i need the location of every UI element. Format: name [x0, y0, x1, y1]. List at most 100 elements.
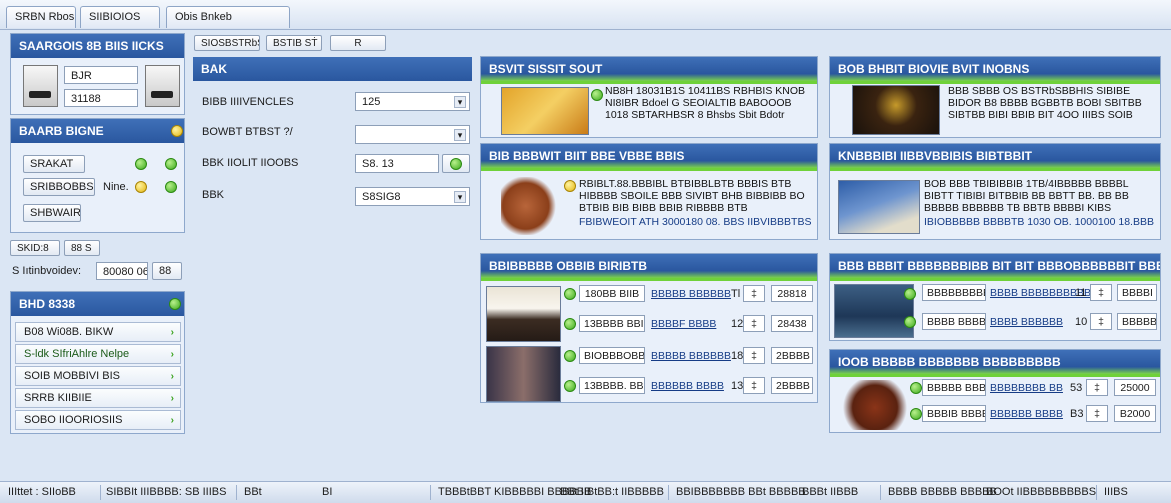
qty-stepper[interactable]: ‡	[1090, 284, 1112, 301]
list-item[interactable]: B08 Wi08B. BIKW ›	[15, 322, 181, 342]
product-image[interactable]	[501, 87, 589, 135]
list-item[interactable]: S-ldk SIfriAhlre Nelpe ›	[15, 344, 181, 364]
qty-stepper[interactable]: ‡	[743, 377, 765, 394]
product-card[interactable]: BOB BHBIT BIOVIE BVIT INOBNS BBB SBBB OS…	[829, 56, 1161, 138]
profile-field-2[interactable]: 31188	[64, 89, 138, 107]
mini-button-1[interactable]: SKID:8	[10, 240, 60, 256]
tab-3[interactable]: Obis Bnkeb	[166, 6, 290, 28]
search-label: S Iıtinbvoidev:	[12, 265, 82, 277]
status-separator	[100, 485, 101, 500]
search-input[interactable]: 80080 06	[96, 262, 148, 280]
tab-2[interactable]: SIIBIOIOS	[80, 6, 160, 28]
qty-stepper[interactable]: ‡	[743, 285, 765, 302]
profile-field-1[interactable]: BJR	[64, 66, 138, 84]
status-icon	[135, 181, 147, 193]
item-qty: 12	[731, 318, 744, 330]
card-meta: FBIBWEOIT ATH 3000180 08. BBS IIBVIBBBTB…	[579, 216, 811, 228]
list-item-label: B08 Wi08B. BIKW	[24, 326, 114, 338]
product-image[interactable]	[834, 284, 914, 338]
product-image[interactable]	[501, 177, 556, 235]
item-qty: 18	[731, 350, 744, 362]
settings-button-1[interactable]: SRAKAT	[23, 155, 85, 173]
settings-button-2[interactable]: SRIBBOBBS	[23, 178, 95, 196]
item-name[interactable]: BIOBBBOBBB	[579, 347, 645, 364]
dropdown-arrow-icon: ▾	[454, 96, 466, 108]
product-image[interactable]	[852, 85, 940, 135]
card-title: BBIBBBBB OBBIB BIRIBTB	[481, 254, 817, 281]
product-card[interactable]: KNBBBIBI IIBBVBBIBIS BIBTBBIT BOB BBB TB…	[829, 143, 1161, 240]
qty-stepper[interactable]: ‡	[1086, 379, 1108, 396]
tab-1[interactable]: SRBN Rbos	[6, 6, 76, 28]
item-name[interactable]: BBBBBBBBBB	[922, 284, 986, 301]
list-item[interactable]: SRRB KIIBIIE ›	[15, 388, 181, 408]
item-name[interactable]: 180BB BIIB	[579, 285, 645, 302]
card-title: BIB BBBWIT BIIT BBE VBBE BBIS	[481, 144, 817, 171]
confirm-button[interactable]	[442, 154, 470, 173]
qty-stepper[interactable]: ‡	[1090, 313, 1112, 330]
product-image[interactable]	[486, 286, 561, 342]
list-item-label: SOIB MOBBIVI BIS	[24, 370, 120, 382]
item-price[interactable]: BBBBI	[1117, 284, 1157, 301]
item-price[interactable]: 28818	[771, 285, 813, 302]
qty-stepper[interactable]: ‡	[743, 347, 765, 364]
status-separator	[880, 485, 881, 500]
item-name[interactable]: 13BBBB. BBB	[579, 377, 645, 394]
qty-stepper[interactable]: ‡	[1086, 405, 1108, 422]
item-price[interactable]: 25000	[1114, 379, 1156, 396]
product-card[interactable]: BIB BBBWIT BIIT BBE VBBE BBIS RBIBLT.88.…	[480, 143, 818, 240]
status-item: BBIBBBBBBB BBt BBBBB	[676, 486, 806, 498]
status-icon	[904, 288, 916, 300]
list-item-label: S-ldk SIfriAhlre Nelpe	[24, 348, 130, 360]
form-label-4: BBK	[202, 189, 225, 201]
search-button[interactable]: 88	[152, 262, 182, 280]
item-price[interactable]: 2BBBB	[771, 377, 813, 394]
item-qty: 11	[1075, 287, 1087, 299]
settings-button-3[interactable]: SHBWAIRS	[23, 204, 81, 222]
status-item: IIIttet : SIIoBB	[8, 486, 76, 498]
top-tab-bar: SRBN Rbos SIIBIOIOS Obis Bnkeb	[0, 0, 1171, 30]
form-field-1[interactable]: 125 ▾	[355, 92, 470, 111]
card-title: BSVIT SISSIT SOUT	[481, 57, 817, 84]
form-field-4[interactable]: S8SIG8 ▾	[355, 187, 470, 206]
status-icon	[165, 158, 177, 170]
product-image[interactable]	[838, 180, 920, 234]
form-field-3[interactable]: S8. 13	[355, 154, 439, 173]
item-brand-link[interactable]: BBBBBB BBBB	[651, 380, 724, 392]
item-brand-link[interactable]: BBBB BBBBBB	[990, 316, 1063, 328]
item-name[interactable]: BBBB BBBB	[922, 313, 986, 330]
status-icon	[135, 158, 147, 170]
info-icon	[564, 180, 576, 192]
status-icon	[564, 350, 576, 362]
item-price[interactable]: BBBBB	[1117, 313, 1157, 330]
mini-button-2[interactable]: 88 S	[64, 240, 100, 256]
toolbar-button-1[interactable]: SIOSBSTRbSIB	[194, 35, 260, 51]
item-name[interactable]: BBBIB BBBB	[922, 405, 986, 422]
status-item: BBt	[244, 486, 262, 498]
toolbar-button-3[interactable]: R	[330, 35, 386, 51]
item-price[interactable]: 28438	[771, 315, 813, 332]
form-field-2[interactable]: ▾	[355, 125, 470, 144]
form-label-1: BIBB IIIIVENCLES	[202, 96, 294, 108]
chevron-right-icon: ›	[170, 393, 174, 404]
item-brand-link[interactable]: BBBBBBBB BB	[990, 382, 1063, 394]
item-brand-link[interactable]: BBBBB BBBBBB	[651, 288, 731, 300]
list-item[interactable]: SOBO IIOORIOSIIS ›	[15, 410, 181, 430]
status-item: IIIBS	[1104, 486, 1128, 498]
item-brand-link[interactable]: BBBBBB BBBB	[990, 408, 1063, 420]
status-icon	[910, 382, 922, 394]
item-name[interactable]: 13BBBB BBIB	[579, 315, 645, 332]
list-item[interactable]: SOIB MOBBIVI BIS ›	[15, 366, 181, 386]
item-price[interactable]: 2BBBB	[771, 347, 813, 364]
item-name[interactable]: BBBBB BBBB	[922, 379, 986, 396]
product-image[interactable]	[840, 380, 910, 430]
product-card[interactable]: BSVIT SISSIT SOUT NB8H 18031B1S 10411BS …	[480, 56, 818, 138]
info-icon	[171, 125, 183, 137]
status-icon	[165, 181, 177, 193]
product-image[interactable]	[486, 346, 561, 402]
item-price[interactable]: B2000	[1114, 405, 1156, 422]
item-brand-link[interactable]: BBBBB BBBBBB	[651, 350, 731, 362]
list-panel: BHD 8338 B08 Wi08B. BIKW › S-ldk SIfriAhl…	[10, 291, 185, 434]
toolbar-button-2[interactable]: BSTIB SṪ	[266, 35, 322, 51]
item-brand-link[interactable]: BBBBF BBBB	[651, 318, 716, 330]
qty-stepper[interactable]: ‡	[743, 315, 765, 332]
